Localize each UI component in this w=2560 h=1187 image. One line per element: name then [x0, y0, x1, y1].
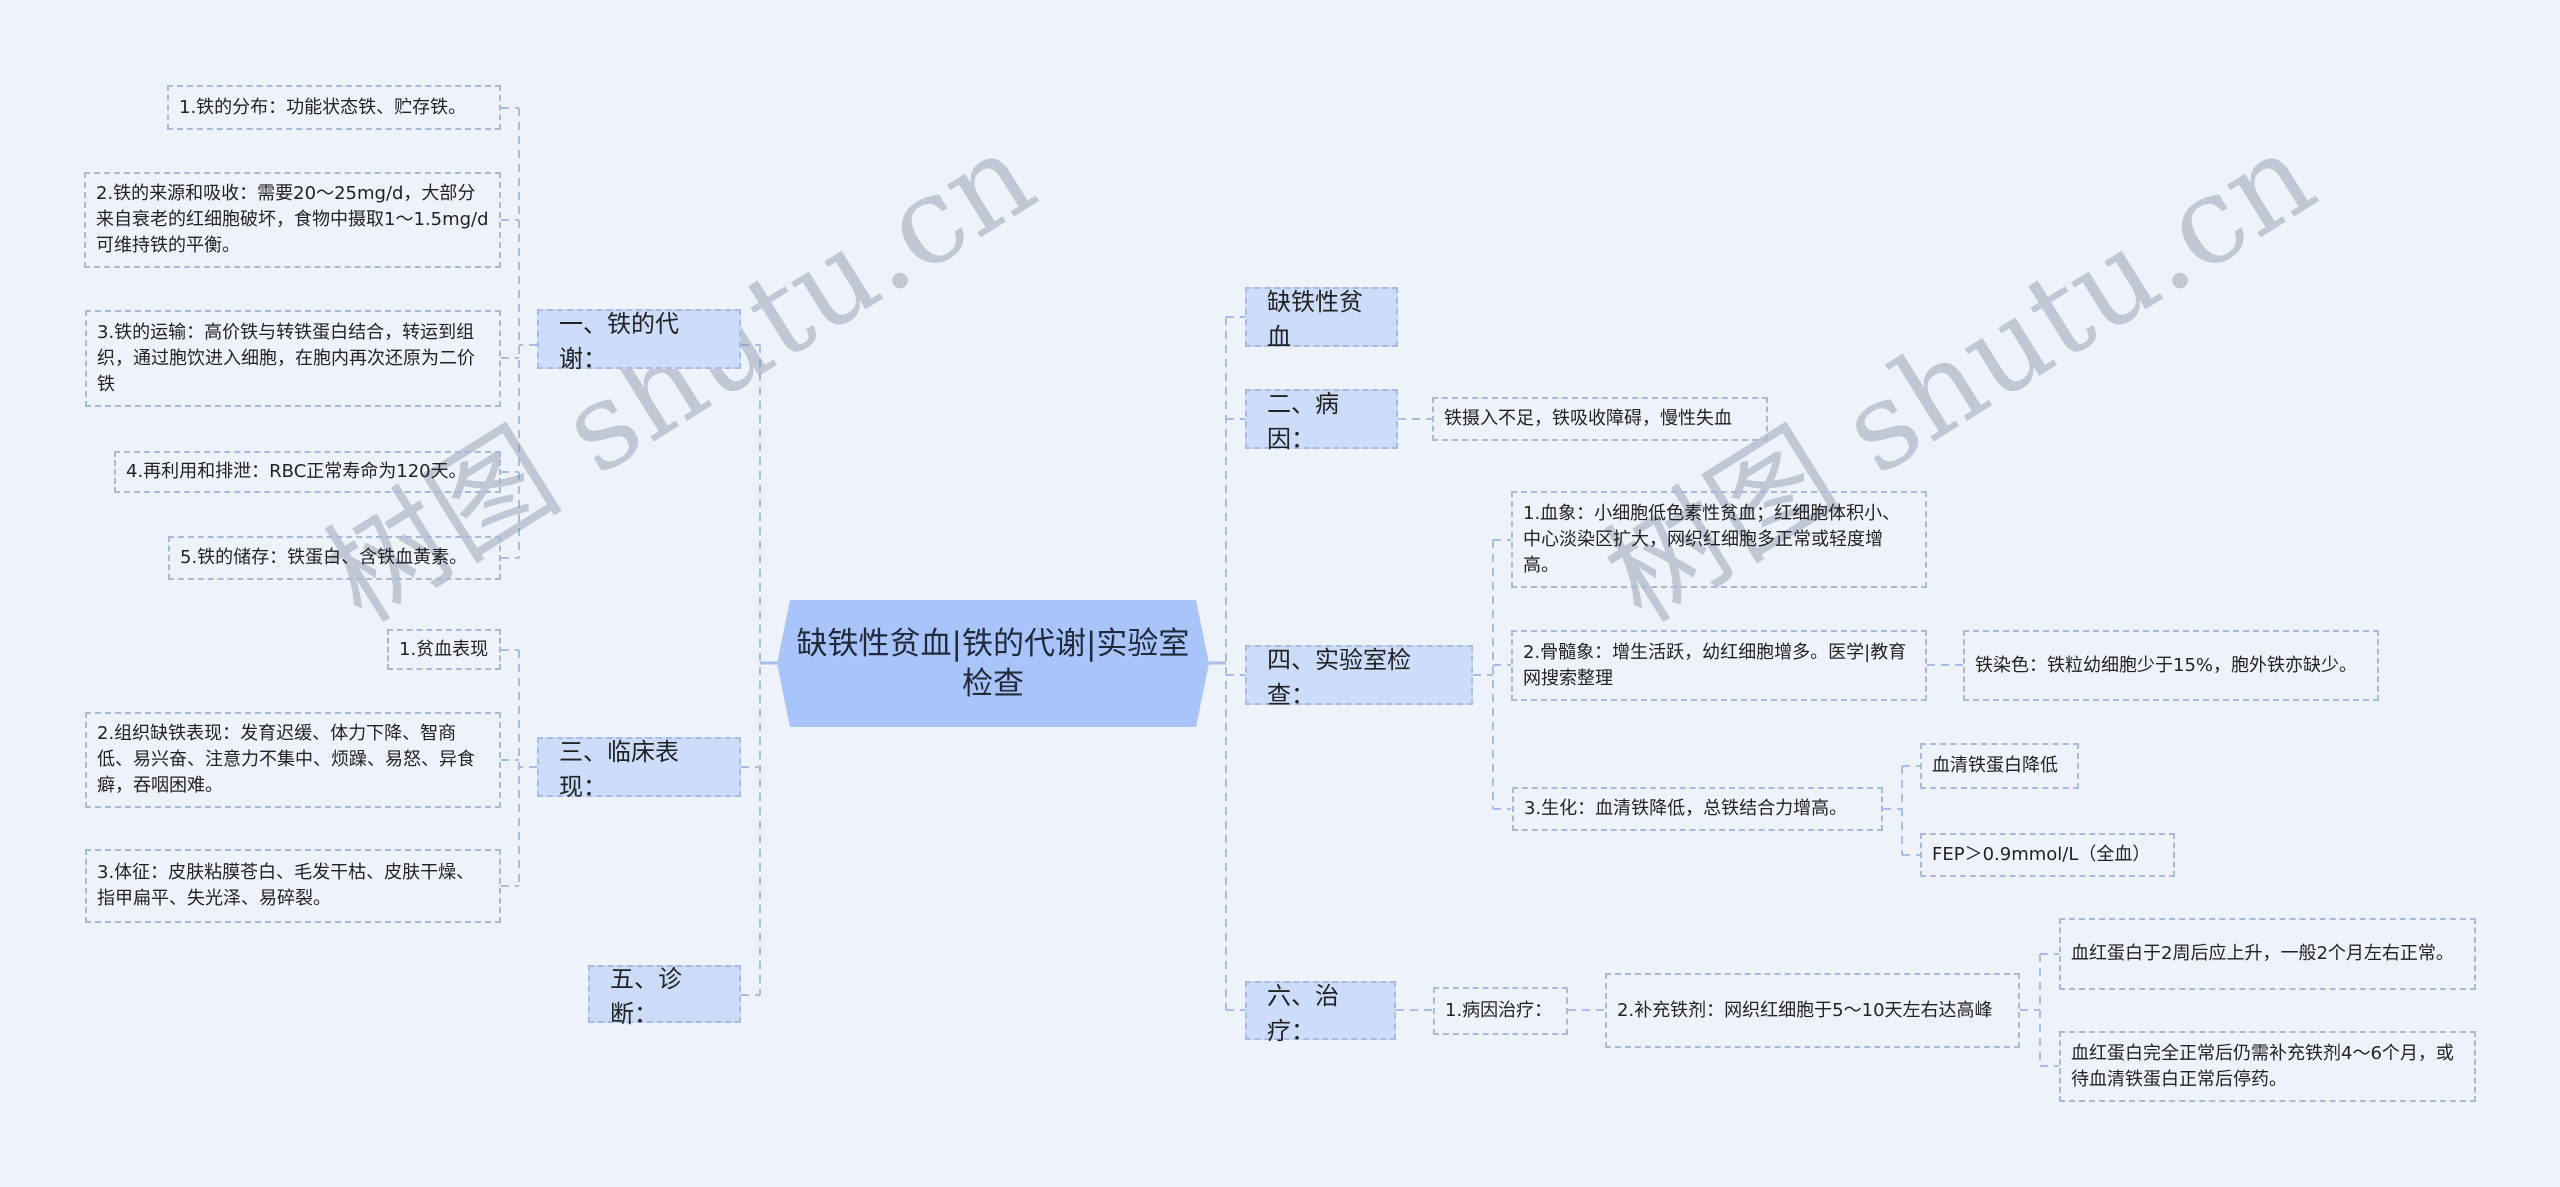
leaf-iron-transport[interactable]: 3.铁的运输：高价铁与转铁蛋白结合，转运到组织，通过胞饮进入细胞，在胞内再次还原…: [85, 310, 501, 407]
leaf-physical-signs[interactable]: 3.体征：皮肤粘膜苍白、毛发干枯、皮肤干燥、指甲扁平、失光泽、易碎裂。: [85, 849, 501, 923]
leaf-biochemistry[interactable]: 3.生化：血清铁降低，总铁结合力增高。: [1512, 787, 1883, 831]
leaf-iron-stain[interactable]: 铁染色：铁粒幼细胞少于15%，胞外铁亦缺少。: [1963, 630, 2379, 701]
branch-etiology[interactable]: 二、病因：: [1245, 389, 1398, 453]
leaf-iron-reuse-excretion[interactable]: 4.再利用和排泄：RBC正常寿命为120天。: [114, 451, 501, 493]
branch-iron-metabolism[interactable]: 一、铁的代谢：: [537, 309, 741, 373]
central-topic[interactable]: 缺铁性贫血|铁的代谢|实验室检查: [777, 600, 1209, 727]
branch-treatment[interactable]: 六、治疗：: [1245, 981, 1396, 1045]
leaf-iron-storage[interactable]: 5.铁的储存：铁蛋白、含铁血黄素。: [168, 536, 501, 580]
branch-iron-deficiency-anemia[interactable]: 缺铁性贫血: [1245, 287, 1398, 351]
leaf-continue-iron[interactable]: 血红蛋白完全正常后仍需补充铁剂4～6个月，或待血清铁蛋白正常后停药。: [2059, 1031, 2476, 1102]
leaf-blood-picture[interactable]: 1.血象：小细胞低色素性贫血；红细胞体积小、中心淡染区扩大，网织红细胞多正常或轻…: [1511, 491, 1927, 588]
leaf-anemia-manifestation[interactable]: 1.贫血表现: [387, 629, 501, 670]
leaf-etiology-detail[interactable]: 铁摄入不足，铁吸收障碍，慢性失血: [1432, 397, 1768, 441]
leaf-iron-source-absorption[interactable]: 2.铁的来源和吸收：需要20～25mg/d，大部分来自衰老的红细胞破坏，食物中摄…: [84, 172, 501, 268]
branch-lab-tests[interactable]: 四、实验室检查：: [1245, 645, 1473, 709]
leaf-tissue-iron-deficiency[interactable]: 2.组织缺铁表现：发育迟缓、体力下降、智商低、易兴奋、注意力不集中、烦躁、易怒、…: [85, 712, 501, 808]
leaf-iron-distribution[interactable]: 1.铁的分布：功能状态铁、贮存铁。: [167, 85, 501, 130]
branch-diagnosis[interactable]: 五、诊断：: [588, 965, 741, 1028]
leaf-bone-marrow[interactable]: 2.骨髓象：增生活跃，幼红细胞增多。医学|教育网搜索整理: [1511, 630, 1927, 701]
leaf-hemoglobin-rise[interactable]: 血红蛋白于2周后应上升，一般2个月左右正常。: [2059, 918, 2476, 990]
leaf-cause-treatment[interactable]: 1.病因治疗：: [1433, 987, 1568, 1035]
branch-clinical-manifestations[interactable]: 三、临床表现：: [537, 737, 741, 801]
leaf-serum-ferritin[interactable]: 血清铁蛋白降低: [1920, 743, 2079, 789]
leaf-iron-supplement[interactable]: 2.补充铁剂：网织红细胞于5～10天左右达高峰: [1605, 973, 2020, 1048]
leaf-fep[interactable]: FEP＞0.9mmol/L（全血）: [1920, 833, 2175, 877]
